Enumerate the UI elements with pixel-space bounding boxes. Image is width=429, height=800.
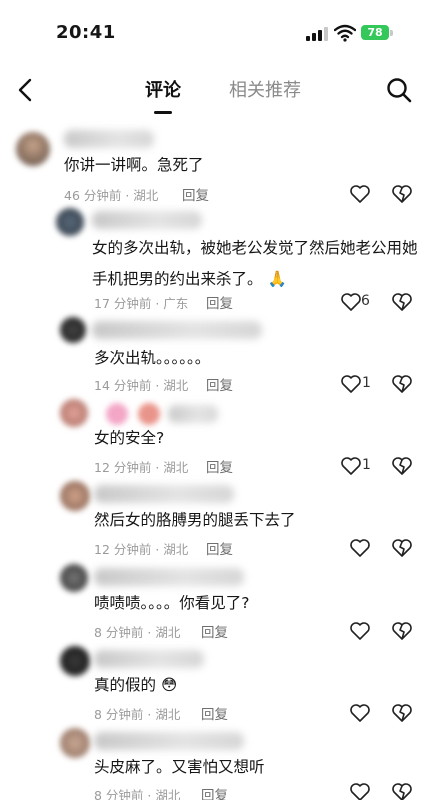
avatar[interactable] [16,132,50,166]
comment-text: 女的多次出轨，被她老公发觉了然后她老公用她手机把男的约出来杀了。 🙏 [92,233,422,295]
name-decoration [138,403,160,425]
comment-text: 多次出轨。。。。。。 [94,349,211,367]
avatar[interactable] [60,564,88,592]
comment-text: 头皮麻了。又害怕又想听 [94,758,265,776]
like-count: 1 [362,457,371,473]
broken-heart-icon[interactable] [391,703,413,723]
heart-outline-icon[interactable] [340,456,362,476]
heart-outline-icon[interactable] [340,292,362,312]
comment-meta: 17 分钟前 · 广东 [94,296,189,311]
heart-outline-icon[interactable] [349,184,371,204]
comment-meta: 12 分钟前 · 湖北 [94,542,189,557]
comment-item: 女的安全? 12 分钟前 · 湖北 回复 1 [0,395,429,477]
broken-heart-icon[interactable] [391,456,413,476]
reply-button[interactable]: 回复 [206,456,233,476]
avatar[interactable] [60,728,90,758]
comment-meta: 46 分钟前 · 湖北 [64,188,159,203]
search-icon[interactable] [385,76,413,104]
comment-text: 你讲一讲啊。急死了 [64,156,204,174]
comment-item: 然后女的胳膊男的腿丢下去了 12 分钟前 · 湖北 回复 [0,477,429,558]
broken-heart-icon[interactable] [391,374,413,394]
broken-heart-icon[interactable] [391,782,413,800]
broken-heart-icon[interactable] [391,621,413,641]
avatar[interactable] [60,399,88,427]
reply-button[interactable]: 回复 [206,292,233,312]
active-tab-indicator [154,111,172,114]
comment-text-content: 女的多次出轨，被她老公发觉了然后她老公用她手机把男的约出来杀了。 [92,239,418,288]
battery-indicator: 78 [361,25,389,40]
reply-button[interactable]: 回复 [182,184,209,204]
tab-comments[interactable]: 评论 [145,76,181,102]
heart-outline-icon[interactable] [349,621,371,641]
comment-item: 你讲一讲啊。急死了 46 分钟前 · 湖北 回复 [0,122,429,208]
reply-button[interactable]: 回复 [201,703,228,723]
comment-text: 啧啧啧。。。。你看见了? [94,594,250,612]
heart-outline-icon[interactable] [349,703,371,723]
avatar[interactable] [60,481,90,511]
reply-button[interactable]: 回复 [206,374,233,394]
broken-heart-icon[interactable] [391,292,413,312]
heart-outline-icon[interactable] [349,538,371,558]
folded-hands-emoji: 🙏 [267,270,287,288]
name-decoration [106,403,128,425]
comment-item: 多次出轨。。。。。。 14 分钟前 · 湖北 回复 1 [0,315,429,395]
chevron-left-icon[interactable] [14,76,38,104]
username-redacted [94,568,244,586]
battery-cap [390,30,393,36]
comment-text: 女的安全? [94,429,165,447]
broken-heart-icon[interactable] [391,538,413,558]
status-bar: 20:41 78 [0,0,429,66]
comment-item: 啧啧啧。。。。你看见了? 8 分钟前 · 湖北 回复 [0,560,429,642]
comment-item: 头皮麻了。又害怕又想听 8 分钟前 · 湖北 回复 [0,724,429,800]
username-redacted [168,405,218,423]
avatar[interactable] [56,208,84,236]
username-redacted [92,211,202,229]
like-count: 1 [362,375,371,391]
comment-text: 真的假的 😳 [94,670,424,701]
comment-text: 然后女的胳膊男的腿丢下去了 [94,511,296,529]
cellular-signal-icon [306,27,328,41]
username-redacted [64,130,154,148]
heart-outline-icon[interactable] [340,374,362,394]
like-count: 6 [361,293,370,309]
wifi-icon [334,24,356,42]
tab-related[interactable]: 相关推荐 [229,76,301,102]
avatar[interactable] [60,317,86,343]
reply-button[interactable]: 回复 [201,621,228,641]
reply-button[interactable]: 回复 [206,538,233,558]
username-redacted [92,321,262,339]
flushed-face-emoji: 😳 [160,676,178,694]
comment-meta: 8 分钟前 · 湖北 [94,788,181,800]
comment-meta: 8 分钟前 · 湖北 [94,625,181,640]
comment-meta: 8 分钟前 · 湖北 [94,707,181,722]
comment-item: 女的多次出轨，被她老公发觉了然后她老公用她手机把男的约出来杀了。 🙏 17 分钟… [0,205,429,315]
heart-outline-icon[interactable] [349,782,371,800]
comment-meta: 12 分钟前 · 湖北 [94,460,189,475]
username-redacted [94,485,234,503]
comment-meta: 14 分钟前 · 湖北 [94,378,189,393]
broken-heart-icon[interactable] [391,184,413,204]
comment-item: 真的假的 😳 8 分钟前 · 湖北 回复 [0,642,429,724]
header-bar: 评论 相关推荐 [0,66,429,114]
username-redacted [94,732,244,750]
comment-text-content: 真的假的 [94,676,157,694]
username-redacted [94,650,204,668]
status-time: 20:41 [56,22,116,43]
avatar[interactable] [60,646,90,676]
reply-button[interactable]: 回复 [201,784,228,800]
